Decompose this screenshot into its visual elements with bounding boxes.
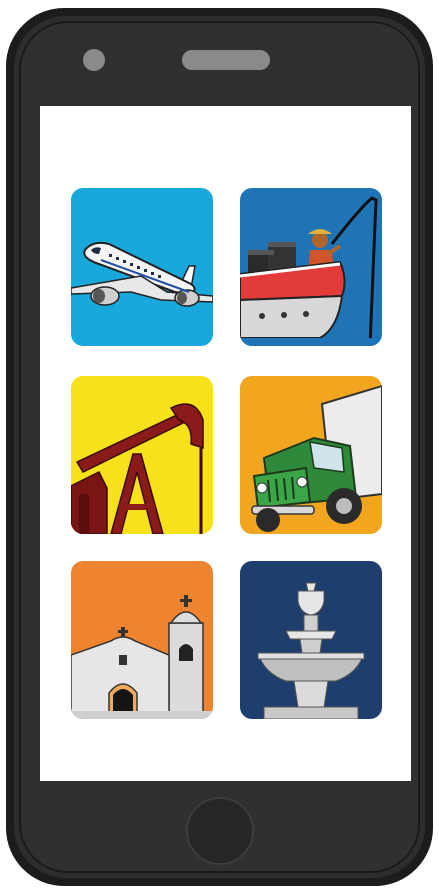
airplane-icon [71, 188, 213, 346]
oil-pump-jack-icon [71, 376, 213, 534]
tile-fishing-boat[interactable] [240, 188, 382, 346]
phone-illustration [0, 0, 439, 892]
tile-mission-church[interactable] [71, 561, 213, 719]
camera-icon [83, 49, 105, 71]
fishing-boat-icon [240, 188, 382, 346]
speaker-grille [182, 50, 270, 70]
tile-fountain[interactable] [240, 561, 382, 719]
mission-church-icon [71, 561, 213, 719]
tile-airplane[interactable] [71, 188, 213, 346]
tile-oil-pump-jack[interactable] [71, 376, 213, 534]
tile-delivery-truck[interactable] [240, 376, 382, 534]
delivery-truck-icon [240, 376, 382, 534]
home-button [186, 797, 254, 865]
fountain-icon [240, 561, 382, 719]
